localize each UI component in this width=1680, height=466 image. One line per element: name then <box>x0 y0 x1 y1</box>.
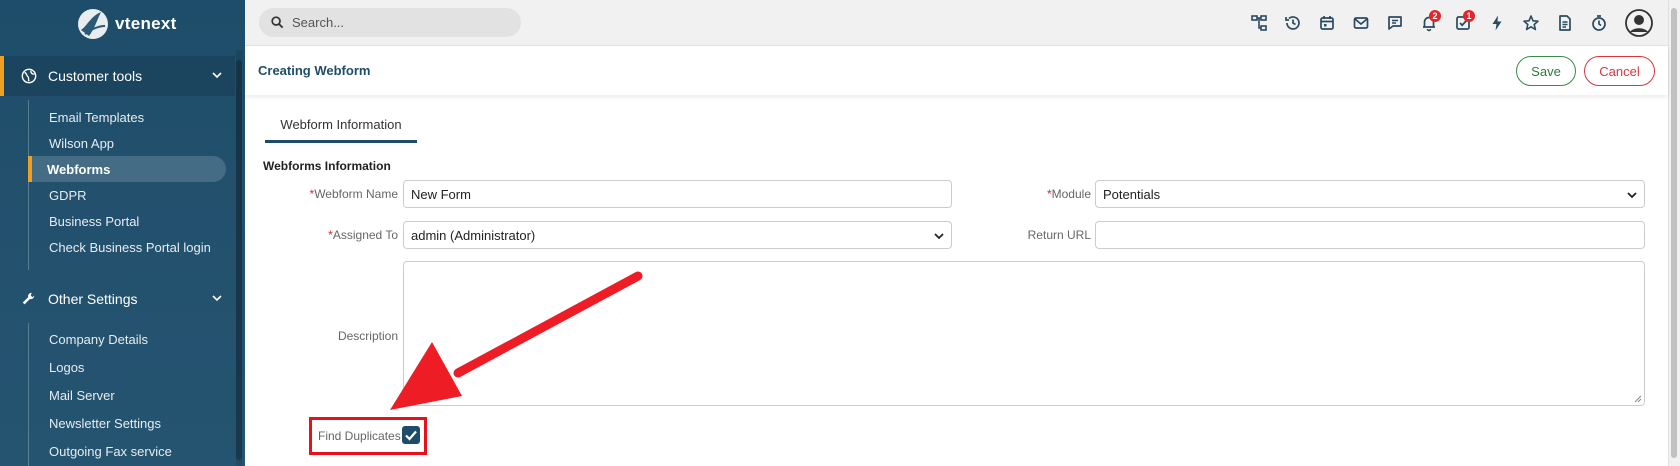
tasks-icon[interactable]: 1 <box>1446 6 1480 40</box>
star-icon[interactable] <box>1514 6 1548 40</box>
search-input[interactable] <box>292 15 502 30</box>
page-scrollbar-thumb[interactable] <box>1671 8 1677 458</box>
assigned-to-select[interactable]: admin (Administrator) <box>403 221 952 249</box>
brand-name: vtenext <box>115 14 177 33</box>
cancel-button[interactable]: Cancel <box>1584 56 1655 86</box>
calendar-icon[interactable] <box>1310 6 1344 40</box>
bell-icon[interactable]: 2 <box>1412 6 1446 40</box>
description-textarea[interactable] <box>403 261 1645 406</box>
module-label: *Module <box>1000 187 1091 201</box>
return-url-input[interactable] <box>1095 221 1645 249</box>
return-url-label: Return URL <box>1027 228 1091 242</box>
module-value: Potentials <box>1103 186 1161 202</box>
sidebar-item-company-details[interactable]: Company Details <box>30 326 228 352</box>
webform-name-value: New Form <box>411 186 471 202</box>
sidebar-item-outgoing-fax-service[interactable]: Outgoing Fax service <box>30 438 228 464</box>
sidebar-section-customer-tools[interactable]: Customer tools <box>0 56 235 96</box>
document-icon[interactable] <box>1548 6 1582 40</box>
chevron-down-icon <box>212 72 222 79</box>
sidebar-item-email-templates[interactable]: Email Templates <box>30 104 228 130</box>
assigned-to-label-text: Assigned To <box>332 228 398 242</box>
sub-list-line <box>28 323 29 466</box>
webform-name-label-text: Webform Name <box>314 187 398 201</box>
search-icon <box>271 16 284 29</box>
resize-handle-icon[interactable] <box>1634 395 1642 403</box>
history-icon[interactable] <box>1276 6 1310 40</box>
sidebar-item-wilson-app[interactable]: Wilson App <box>30 130 228 156</box>
sidebar: vtenext Customer tools Email Templates W… <box>0 0 245 466</box>
sidebar-item-newsletter-settings[interactable]: Newsletter Settings <box>30 410 228 436</box>
timer-icon[interactable] <box>1582 6 1616 40</box>
assigned-to-value: admin (Administrator) <box>411 227 536 243</box>
sidebar-item-business-portal[interactable]: Business Portal <box>30 208 228 234</box>
page-header: Creating Webform Save Cancel <box>245 47 1668 95</box>
find-duplicates-label: Find Duplicates <box>318 429 401 443</box>
checkmark-icon <box>405 430 417 441</box>
lightning-icon[interactable] <box>1480 6 1514 40</box>
sidebar-section-label: Other Settings <box>48 291 138 307</box>
chat-icon[interactable] <box>1378 6 1412 40</box>
search-box[interactable] <box>259 8 521 37</box>
sidebar-item-check-business-portal-login[interactable]: Check Business Portal login <box>30 234 228 260</box>
sidebar-item-webforms[interactable]: Webforms <box>28 156 226 182</box>
globe-icon <box>20 67 38 85</box>
page-title: Creating Webform <box>258 63 371 78</box>
tasks-badge: 1 <box>1463 10 1475 22</box>
logo-icon <box>78 9 108 39</box>
top-bar: 2 1 <box>245 0 1668 46</box>
description-label: Description <box>337 329 398 343</box>
sitemap-icon[interactable] <box>1242 6 1276 40</box>
top-icons: 2 1 <box>1242 0 1654 46</box>
find-duplicates-checkbox[interactable] <box>402 426 420 444</box>
user-avatar-icon[interactable] <box>1624 8 1654 38</box>
sidebar-scrollbar-thumb[interactable] <box>236 60 242 460</box>
chevron-down-icon <box>934 233 944 240</box>
chevron-down-icon <box>1627 192 1637 199</box>
chevron-down-icon <box>212 295 222 302</box>
assigned-to-label: *Assigned To <box>290 228 398 242</box>
sidebar-item-logos[interactable]: Logos <box>30 354 228 380</box>
sidebar-item-gdpr[interactable]: GDPR <box>30 182 228 208</box>
notifications-badge: 2 <box>1429 10 1441 22</box>
section-title: Webforms Information <box>263 159 391 173</box>
sub-list-line <box>28 100 29 270</box>
tab-webform-information[interactable]: Webform Information <box>265 108 417 143</box>
module-select[interactable]: Potentials <box>1095 180 1645 208</box>
sidebar-section-label: Customer tools <box>48 68 143 84</box>
brand-logo[interactable]: vtenext <box>75 4 177 44</box>
sidebar-item-mail-server[interactable]: Mail Server <box>30 382 228 408</box>
wrench-icon <box>20 290 38 308</box>
webform-name-label: *Webform Name <box>290 187 398 201</box>
mail-icon[interactable] <box>1344 6 1378 40</box>
save-button[interactable]: Save <box>1516 56 1576 86</box>
webform-name-input[interactable]: New Form <box>403 180 952 208</box>
sidebar-section-other-settings[interactable]: Other Settings <box>0 279 235 319</box>
module-label-text: Module <box>1051 187 1091 201</box>
